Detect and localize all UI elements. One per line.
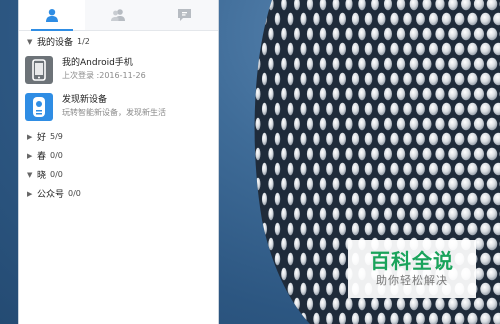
watermark-title: 百科全说 [370, 249, 454, 273]
group-label: 公众号 [37, 190, 65, 200]
group-hao[interactable]: ▶ 好 5/9 [19, 127, 218, 146]
device-title: 我的Android手机 [62, 58, 133, 68]
group-label: 好 [37, 133, 47, 143]
collapsed-caret-icon: ▶ [27, 151, 33, 160]
group-xiao[interactable]: ▼ 晓 0/0 [19, 165, 218, 184]
device-subtitle: 玩转智能新设备，发现新生活 [62, 108, 166, 117]
device-title: 发现新设备 [62, 95, 108, 105]
group-count: 5/9 [50, 132, 63, 141]
group-label: 我的设备 [37, 38, 74, 48]
group-label: 晓 [37, 171, 47, 181]
tab-messages[interactable] [152, 0, 218, 30]
device-item-android[interactable]: 我的Android手机 上次登录 :2016-11-26 [19, 51, 218, 88]
group-count: 0/0 [50, 151, 63, 160]
expanded-caret-icon: ▼ [27, 170, 33, 179]
user-icon [46, 9, 59, 22]
tab-contacts[interactable] [19, 0, 86, 31]
group-count: 0/0 [68, 189, 81, 198]
device-subtitle: 上次登录 :2016-11-26 [62, 71, 146, 80]
group-label: 春 [37, 152, 47, 162]
phone-icon [25, 55, 53, 84]
collapsed-caret-icon: ▶ [27, 132, 33, 141]
collapsed-caret-icon: ▶ [27, 189, 33, 198]
watermark-subtitle: 助你轻松解决 [376, 274, 448, 287]
group-official-accounts[interactable]: ▶ 公众号 0/0 [19, 184, 218, 203]
device-item-discover[interactable]: 发现新设备 玩转智能新设备，发现新生活 [19, 88, 218, 125]
tab-groups[interactable] [85, 0, 151, 30]
baike-watermark: 百科全说 助你轻松解决 [348, 240, 476, 298]
group-count: 0/0 [50, 170, 63, 179]
group-my-devices[interactable]: ▼ 我的设备 1/2 [19, 32, 218, 51]
message-icon [178, 9, 192, 21]
group-icon [111, 9, 126, 21]
im-contact-panel: ▼ 我的设备 1/2 我的Android手机 上次登录 :2016-11-26 [18, 0, 219, 324]
group-chun[interactable]: ▶ 春 0/0 [19, 146, 218, 165]
panel-tabs [19, 0, 218, 31]
group-count: 1/2 [77, 37, 90, 46]
expanded-caret-icon: ▼ [27, 37, 33, 46]
device-discover-icon [25, 92, 53, 121]
